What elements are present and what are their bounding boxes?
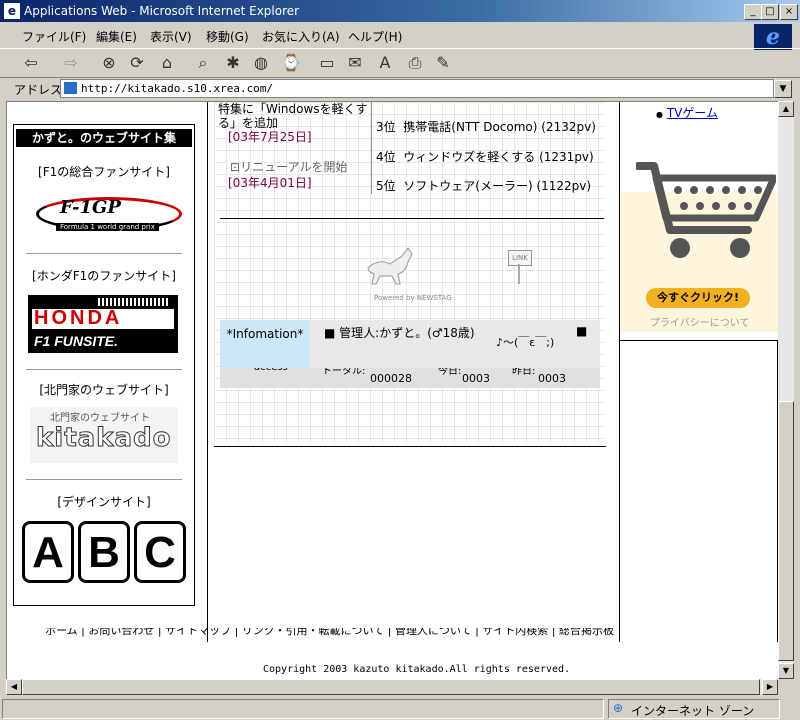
ie-window-icon[interactable]: e xyxy=(4,3,20,19)
ranking-item[interactable]: 5位 ソフトウェア(メーラー) (1122pv) xyxy=(376,177,591,194)
scroll-right-icon[interactable]: ▶ xyxy=(762,679,778,695)
abc-logo[interactable]: A B C xyxy=(22,521,188,587)
minimize-button[interactable]: _ xyxy=(744,4,762,20)
section-label-honda: [ホンダF1のファンサイト] xyxy=(32,269,176,283)
list-item[interactable]: ● TVゲーム xyxy=(656,104,718,121)
address-dropdown-button[interactable]: ▼ xyxy=(774,80,792,98)
mail-icon[interactable]: ✉ xyxy=(344,52,366,74)
horizontal-scroll-thumb[interactable] xyxy=(22,679,760,695)
news-item: ⊡リニューアルを開始 xyxy=(230,158,347,175)
close-button[interactable]: × xyxy=(780,4,798,20)
info-bar: *Infomation* ■ 管理人:かずと。(♂18歳) ♪〜(￣ε￣;) ■ xyxy=(220,320,600,368)
title-bar: e Applications Web - Microsoft Internet … xyxy=(0,0,800,22)
doc-icon: ⊡ xyxy=(230,160,241,174)
zone-text: インターネット ゾーン xyxy=(631,704,755,718)
vertical-scrollbar[interactable]: ▲ ▼ xyxy=(778,101,794,679)
menu-help[interactable]: ヘルプ(H) xyxy=(348,28,402,45)
click-now-button[interactable]: 今すぐクリック! xyxy=(646,288,750,308)
privacy-link[interactable]: プライバシーについて xyxy=(650,314,750,329)
menu-edit[interactable]: 編集(E) xyxy=(96,28,137,45)
right-panel: ● TVゲーム 今すぐクリック! プライバシーについて xyxy=(619,102,779,341)
status-bar: ⊕ インターネット ゾーン xyxy=(0,697,800,720)
address-label: アドレス xyxy=(14,83,63,97)
newstag-credit[interactable]: Powered by NEWSTAG xyxy=(374,294,452,302)
f1gp-logo[interactable]: F-1GP Formula 1 world grand prix xyxy=(30,189,182,235)
home-icon[interactable]: ⌂ xyxy=(156,52,178,74)
center-content: 特集に「Windowsを軽くする」を追加 [03年7月25日] ⊡リニューアルを… xyxy=(214,102,604,442)
edit-icon[interactable]: ✎ xyxy=(432,52,454,74)
menu-file[interactable]: ファイル(F) xyxy=(22,28,86,45)
admin-info: ■ 管理人:かずと。(♂18歳) xyxy=(324,326,475,340)
forward-icon[interactable]: ⇨ xyxy=(60,52,82,74)
news-text[interactable]: リニューアルを開始 xyxy=(240,160,347,174)
media-icon[interactable]: ◍ xyxy=(250,52,272,74)
admin-face: ♪〜(￣ε￣;) xyxy=(496,336,555,349)
copyright: Copyright 2003 kazuto kitakado.All right… xyxy=(263,664,571,675)
news-text[interactable]: 特集に「Windowsを軽くする」を追加 xyxy=(218,102,368,130)
ad-banner[interactable]: 今すぐクリック! プライバシーについて xyxy=(620,162,778,332)
footer-nav-links[interactable]: ホーム | お問い合わせ | サイトマップ | リンク・引用・転載について | … xyxy=(45,628,614,638)
menu-view[interactable]: 表示(V) xyxy=(150,28,192,45)
refresh-icon[interactable]: ⟳ xyxy=(126,52,148,74)
history-icon[interactable]: ⌚ xyxy=(280,52,302,74)
address-input[interactable]: http://kitakado.s10.xrea.com/ xyxy=(60,79,774,98)
menu-go[interactable]: 移動(G) xyxy=(206,28,249,45)
access-total: 000028 xyxy=(370,372,412,385)
horizontal-scrollbar[interactable]: ◀ ▶ xyxy=(6,679,778,695)
footer-nav: ホーム | お問い合わせ | サイトマップ | リンク・引用・転載について | … xyxy=(7,628,779,642)
news-date: [03年4月01日] xyxy=(228,176,312,190)
menu-favorites[interactable]: お気に入り(A) xyxy=(262,28,340,45)
font-icon[interactable]: A xyxy=(374,52,396,74)
menu-bar: ファイル(F) 編集(E) 表示(V) 移動(G) お気に入り(A) ヘルプ(H… xyxy=(0,24,800,46)
window-icon[interactable]: ▭ xyxy=(316,52,338,74)
access-today: 0003 xyxy=(462,372,490,385)
scroll-up-icon[interactable]: ▲ xyxy=(778,101,794,117)
zone-panel: ⊕ インターネット ゾーン xyxy=(608,699,780,719)
kitakado-logo[interactable]: 北門家のウェブサイト kitakado xyxy=(30,407,178,463)
access-label: access xyxy=(254,368,288,373)
vertical-scroll-thumb[interactable] xyxy=(778,401,794,661)
section-label-f1: [F1の総合ファンサイト] xyxy=(38,165,170,179)
section-label-kitakado: [北門家のウェブサイト] xyxy=(39,383,169,397)
scroll-left-icon[interactable]: ◀ xyxy=(6,679,22,695)
dog-icon[interactable] xyxy=(364,242,420,286)
ranking-item[interactable]: 3位 携帯電話(NTT Docomo) (2132pv) xyxy=(376,118,596,135)
globe-icon: ⊕ xyxy=(613,701,624,715)
link-sign-icon[interactable]: LINK xyxy=(506,246,532,286)
scroll-down-icon[interactable]: ▼ xyxy=(778,663,794,679)
address-bar: アドレス http://kitakado.s10.xrea.com/ xyxy=(0,77,800,99)
page-viewport: かずと。のウェブサイト集 [F1の総合ファンサイト] F-1GP Formula… xyxy=(6,101,779,680)
toolbar: ⇦ ⇨ ⊗ ⟳ ⌂ ⌕ ✱ ◍ ⌚ ▭ ✉ A ⎙ ✎ xyxy=(0,48,800,78)
ie-throbber-icon: e xyxy=(754,24,792,50)
maximize-button[interactable]: □ xyxy=(761,4,779,20)
window-title: Applications Web - Microsoft Internet Ex… xyxy=(24,4,300,18)
search-icon[interactable]: ⌕ xyxy=(192,52,214,74)
info-label: *Infomation* xyxy=(220,320,310,368)
website-list-panel: かずと。のウェブサイト集 [F1の総合ファンサイト] F-1GP Formula… xyxy=(13,124,195,606)
print-icon[interactable]: ⎙ xyxy=(404,52,426,74)
stop-icon[interactable]: ⊗ xyxy=(98,52,120,74)
favorites-icon[interactable]: ✱ xyxy=(222,52,244,74)
info-square: ■ xyxy=(576,324,588,338)
access-counter: access トータル: 000028 今日: 0003 昨日: 0003 xyxy=(220,368,600,388)
address-url: http://kitakado.s10.xrea.com/ xyxy=(81,82,274,95)
section-label-design: [デザインサイト] xyxy=(57,495,151,509)
page-icon xyxy=(64,82,77,94)
website-list-title: かずと。のウェブサイト集 xyxy=(16,129,192,147)
news-item: 特集に「Windowsを軽くする」を追加 [03年7月25日] xyxy=(218,102,368,144)
news-date: [03年7月25日] xyxy=(228,130,312,144)
shopping-cart-icon xyxy=(636,162,776,258)
honda-f1-logo[interactable]: HONDA F1 FUNSITE. xyxy=(28,295,178,353)
ranking-item[interactable]: 4位 ウィンドウズを軽くする (1231pv) xyxy=(376,148,594,165)
back-icon[interactable]: ⇦ xyxy=(20,52,42,74)
access-yesterday: 0003 xyxy=(538,372,566,385)
